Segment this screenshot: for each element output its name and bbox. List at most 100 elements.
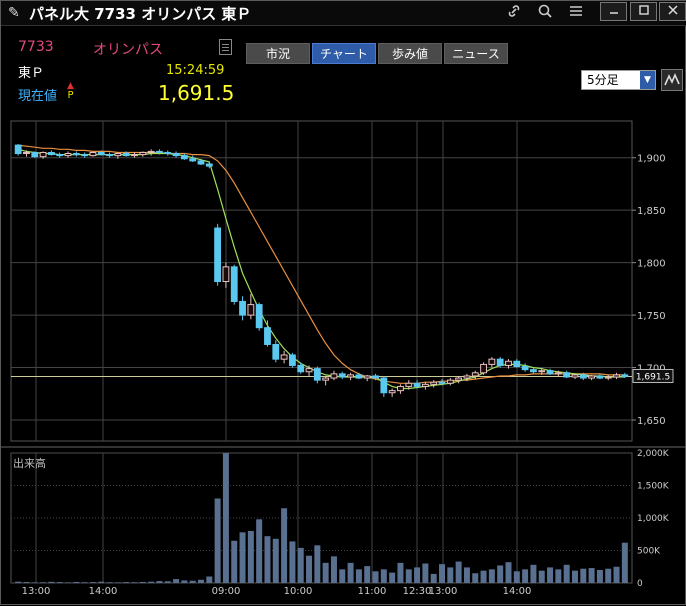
candle-body	[322, 377, 330, 381]
candle-body	[554, 372, 562, 375]
candle-body	[239, 300, 246, 316]
volume-bar	[372, 571, 379, 583]
volume-bar	[239, 532, 246, 583]
candle-body	[372, 375, 379, 379]
candle-body	[172, 153, 180, 157]
volume-bar	[613, 566, 620, 583]
candle-body	[56, 154, 64, 157]
volume-bar	[347, 562, 354, 583]
candle-body	[222, 266, 230, 283]
volume-bar	[173, 579, 180, 583]
candle-body	[546, 370, 554, 375]
candle-body	[255, 304, 263, 329]
price-panel-frame	[10, 120, 633, 442]
volume-bar	[580, 568, 587, 583]
volume-bar	[513, 571, 520, 583]
volume-bar	[222, 453, 229, 583]
candle-body	[463, 375, 471, 379]
volume-bar	[106, 582, 113, 583]
volume-bar	[339, 569, 346, 583]
candle-body	[521, 366, 529, 371]
candle-body	[604, 376, 612, 379]
volume-bar	[422, 563, 429, 583]
volume-bar	[380, 569, 387, 583]
volume-bar	[430, 573, 437, 583]
volume-bar	[114, 582, 121, 583]
volume-bar	[297, 547, 304, 583]
volume-bar	[605, 568, 612, 583]
price-tick-label: 1,650	[637, 416, 666, 427]
candle-body	[264, 327, 271, 345]
volume-bar	[480, 570, 487, 583]
volume-bar	[73, 581, 80, 583]
candle-body	[305, 368, 313, 373]
candle-body	[446, 379, 454, 384]
volume-bar	[389, 572, 396, 583]
time-tick-label: 13:00	[429, 586, 458, 597]
volume-bar	[563, 564, 570, 583]
candle-body	[571, 374, 579, 378]
volume-bar	[571, 570, 578, 583]
moving-average-short-line	[18, 148, 625, 390]
volume-bar	[206, 576, 213, 583]
volume-bar	[164, 581, 171, 583]
volume-bar	[322, 562, 329, 583]
volume-bar	[621, 542, 628, 583]
moving-average-long-line	[18, 144, 625, 384]
candle-body	[613, 374, 620, 378]
price-tick-label: 1,750	[637, 311, 666, 322]
volume-tick-label: 2,000K	[637, 449, 670, 459]
candle-body	[280, 354, 288, 360]
volume-bar	[522, 569, 529, 583]
volume-bar	[81, 582, 88, 583]
price-tick-label: 1,900	[637, 154, 666, 165]
candle-body	[47, 151, 55, 156]
volume-bar	[414, 567, 421, 583]
candle-body	[588, 375, 596, 379]
volume-bar	[455, 561, 462, 583]
candle-body	[579, 374, 587, 379]
candle-body	[230, 266, 238, 302]
candle-body	[205, 163, 213, 167]
volume-bar	[181, 580, 188, 583]
volume-bar	[596, 570, 603, 583]
volume-bar	[247, 531, 254, 583]
candle-body	[488, 358, 496, 365]
candle-body	[538, 370, 546, 373]
volume-bar	[364, 566, 371, 583]
candle-body	[189, 158, 197, 162]
candle-body	[214, 227, 222, 283]
volume-bar	[355, 569, 362, 583]
volume-bar	[89, 582, 96, 583]
volume-bar	[98, 581, 105, 583]
price-tick-label: 1,850	[637, 206, 666, 217]
volume-bar	[439, 564, 445, 583]
time-tick-label: 10:00	[284, 586, 313, 597]
volume-bar	[555, 569, 562, 583]
candle-body	[14, 144, 22, 155]
volume-tick-label: 1,000K	[637, 514, 670, 524]
candle-body	[563, 372, 571, 378]
candle-body	[289, 354, 296, 366]
volume-bar	[214, 498, 221, 583]
candle-body	[164, 151, 172, 155]
candle-body	[513, 360, 521, 368]
volume-bar	[256, 519, 263, 583]
candle-body	[131, 154, 138, 157]
candle-body	[147, 150, 155, 153]
candle-body	[455, 377, 463, 381]
candle-body	[139, 151, 147, 156]
candle-body	[480, 363, 487, 374]
candle-body	[97, 151, 105, 156]
candle-body	[347, 374, 354, 378]
candle-body	[530, 369, 537, 373]
candle-body	[122, 153, 130, 157]
volume-bar	[40, 582, 47, 583]
price-chart[interactable]: 13:00 14:00 09:00 10:00 11:00 12:3013:00 14:00…	[1, 1, 686, 606]
candle-body	[380, 377, 388, 394]
volume-bar	[306, 555, 313, 583]
candle-body	[39, 151, 47, 158]
candle-body	[621, 374, 629, 377]
volume-bar	[397, 562, 404, 583]
time-tick-label: 09:00	[212, 586, 241, 597]
